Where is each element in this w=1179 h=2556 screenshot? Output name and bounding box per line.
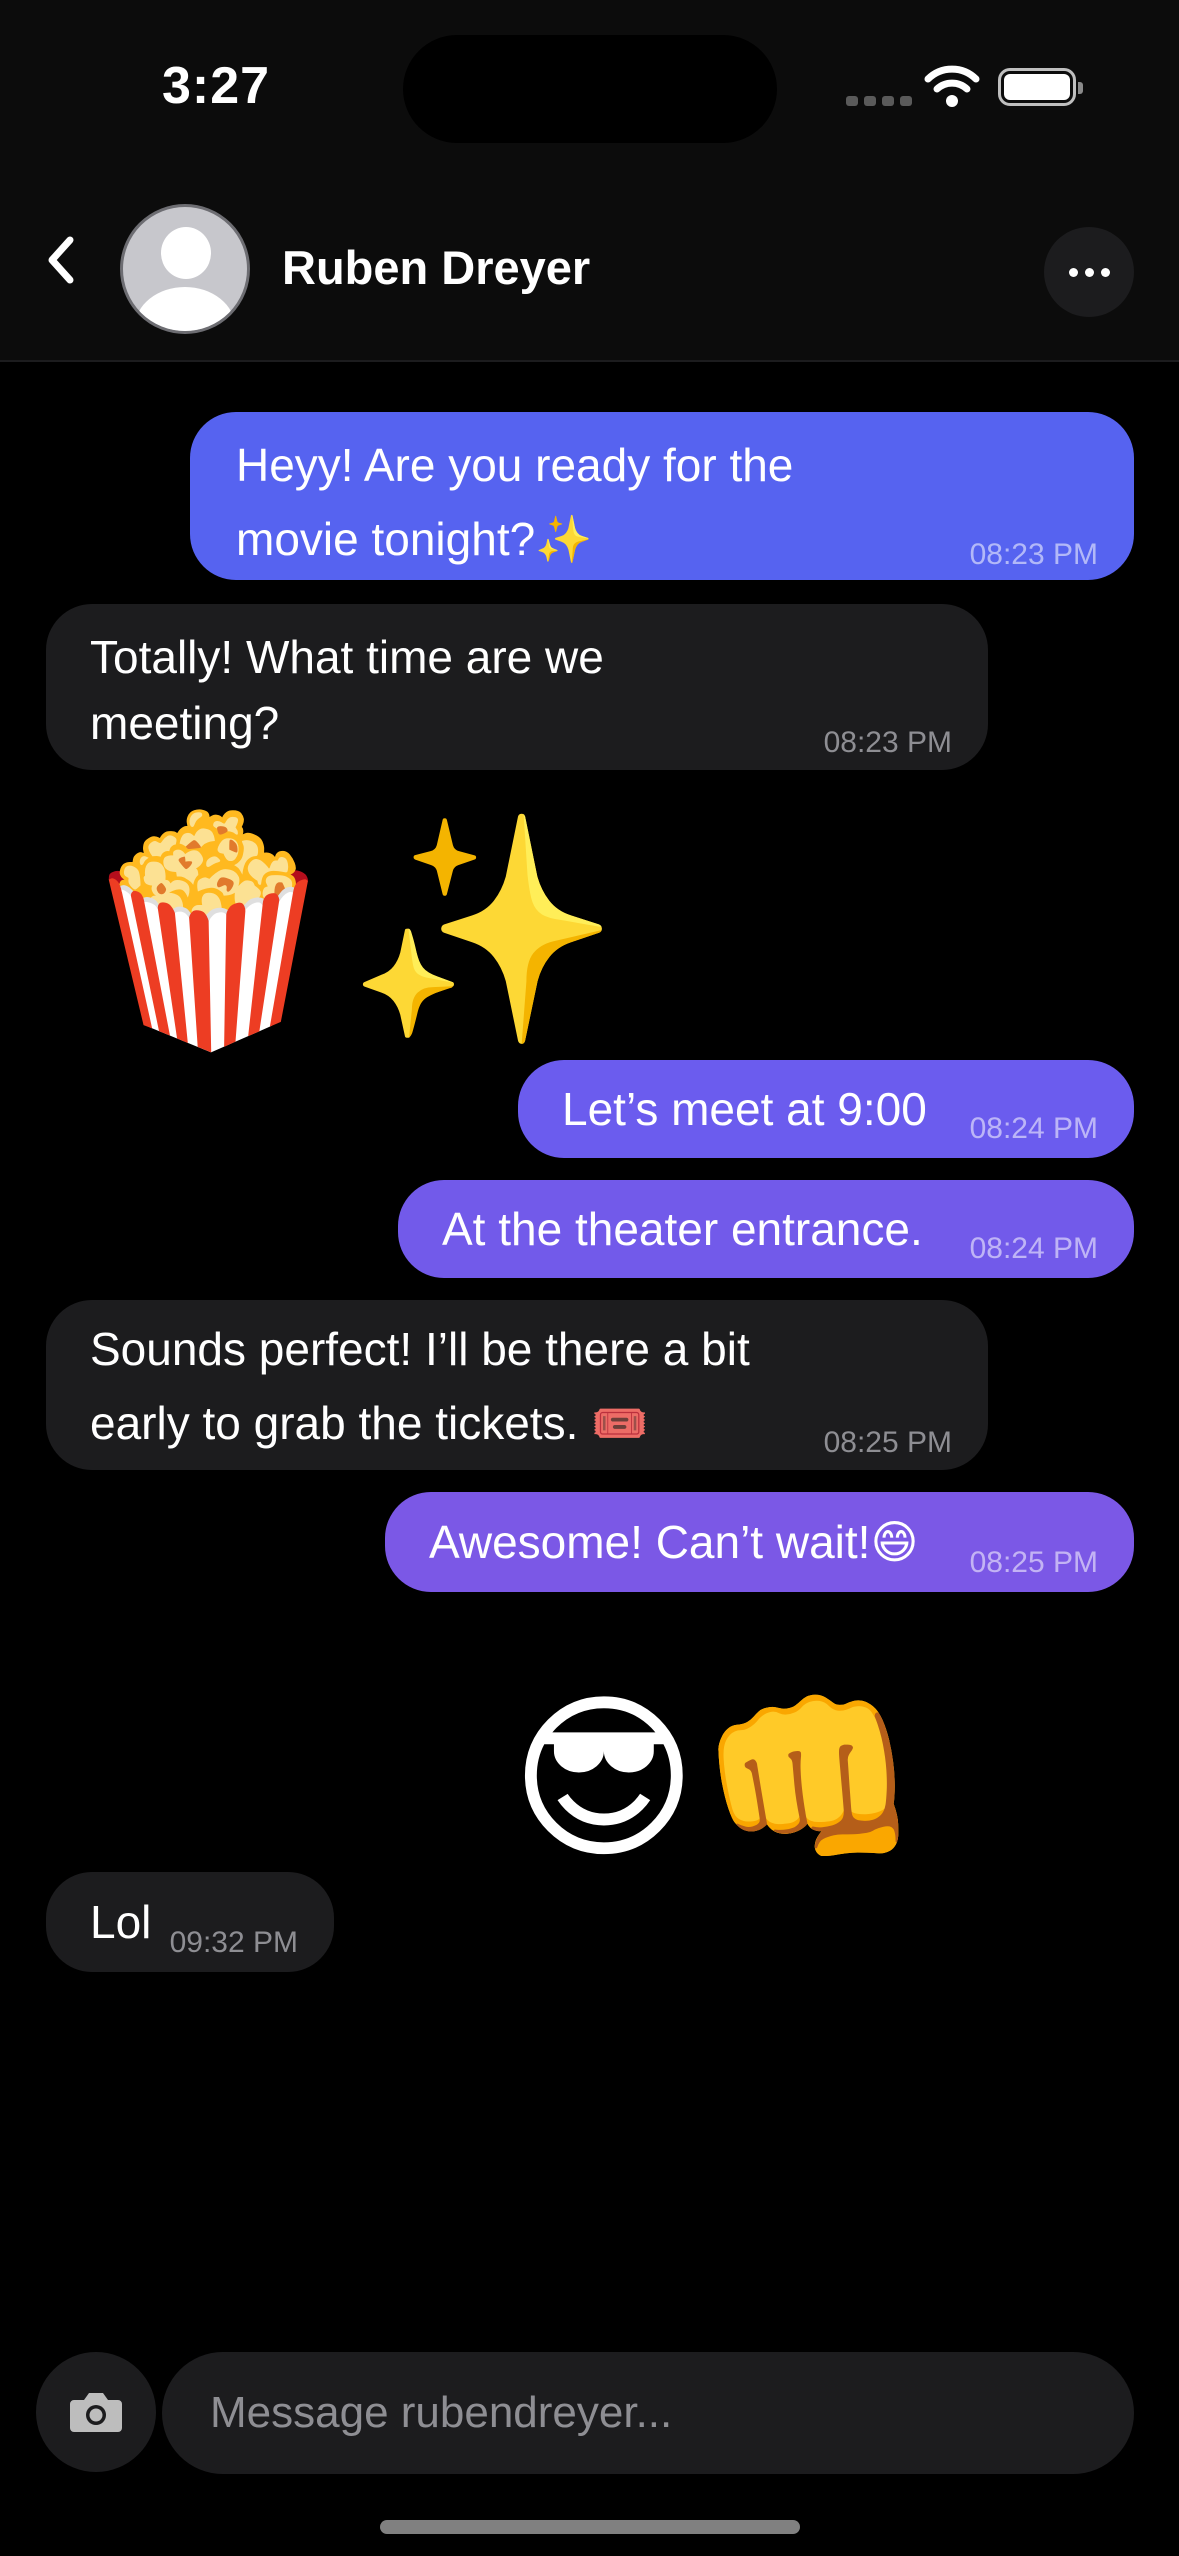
- popcorn-sparkles-sticker[interactable]: 🍿✨: [72, 820, 620, 1040]
- message-bubble-outgoing[interactable]: Awesome! Can’t wait!😄 08:25 PM: [385, 1492, 1134, 1592]
- chat-header: Ruben Dreyer: [0, 170, 1179, 362]
- person-placeholder-body: [135, 287, 235, 331]
- message-text-line: meeting?: [90, 697, 280, 749]
- message-text-line: movie tonight?✨: [236, 513, 593, 565]
- person-placeholder-icon: [161, 227, 211, 279]
- home-indicator: [380, 2520, 800, 2534]
- battery-icon: [998, 68, 1083, 106]
- message-bubble-outgoing[interactable]: Let’s meet at 9:00 08:24 PM: [518, 1060, 1134, 1158]
- more-options-button[interactable]: [1044, 227, 1134, 317]
- message-text-line: early to grab the tickets. 🎟️: [90, 1397, 649, 1449]
- dynamic-island: [403, 35, 777, 143]
- wifi-icon: [924, 65, 980, 107]
- message-bubble-incoming[interactable]: Sounds perfect! I’ll be there a bit earl…: [46, 1300, 988, 1470]
- message-bubble-incoming[interactable]: Totally! What time are we meeting? 08:23…: [46, 604, 988, 770]
- message-text-line: Let’s meet at 9:00: [562, 1083, 927, 1135]
- contact-name[interactable]: Ruben Dreyer: [282, 240, 590, 295]
- message-input[interactable]: [162, 2352, 1134, 2474]
- message-bubble-outgoing[interactable]: At the theater entrance. 08:24 PM: [398, 1180, 1134, 1278]
- message-text-line: Lol: [90, 1896, 152, 1948]
- message-text-line: Awesome! Can’t wait!😄: [429, 1516, 919, 1568]
- ellipsis-dot: [1100, 267, 1110, 277]
- status-time: 3:27: [162, 57, 271, 115]
- message-text-line: Totally! What time are we: [90, 631, 604, 683]
- message-text-line: Sounds perfect! I’ll be there a bit: [90, 1323, 750, 1375]
- message-timestamp: 08:25 PM: [823, 1426, 952, 1459]
- message-timestamp: 09:32 PM: [169, 1926, 298, 1959]
- camera-button[interactable]: [36, 2352, 156, 2472]
- camera-icon: [70, 2393, 122, 2432]
- message-text-line: At the theater entrance.: [442, 1203, 923, 1255]
- message-timestamp: 08:23 PM: [823, 726, 952, 759]
- message-bubble-incoming[interactable]: Lol 09:32 PM: [46, 1872, 334, 1972]
- message-timestamp: 08:24 PM: [969, 1232, 1098, 1265]
- avatar[interactable]: [120, 204, 250, 334]
- message-timestamp: 08:24 PM: [969, 1112, 1098, 1145]
- status-bar: 3:27: [0, 0, 1179, 170]
- chevron-left-icon[interactable]: [36, 230, 86, 290]
- sunglasses-fist-sticker[interactable]: 😎👊: [510, 1690, 922, 1870]
- cellular-signal-icon: [846, 96, 912, 106]
- ellipsis-icon: [1068, 267, 1078, 277]
- message-timestamp: 08:23 PM: [969, 538, 1098, 571]
- message-text-line: Heyy! Are you ready for the: [236, 439, 794, 491]
- message-bubble-outgoing[interactable]: Heyy! Are you ready for the movie tonigh…: [190, 412, 1134, 580]
- ellipsis-dot: [1084, 267, 1094, 277]
- message-timestamp: 08:25 PM: [969, 1546, 1098, 1579]
